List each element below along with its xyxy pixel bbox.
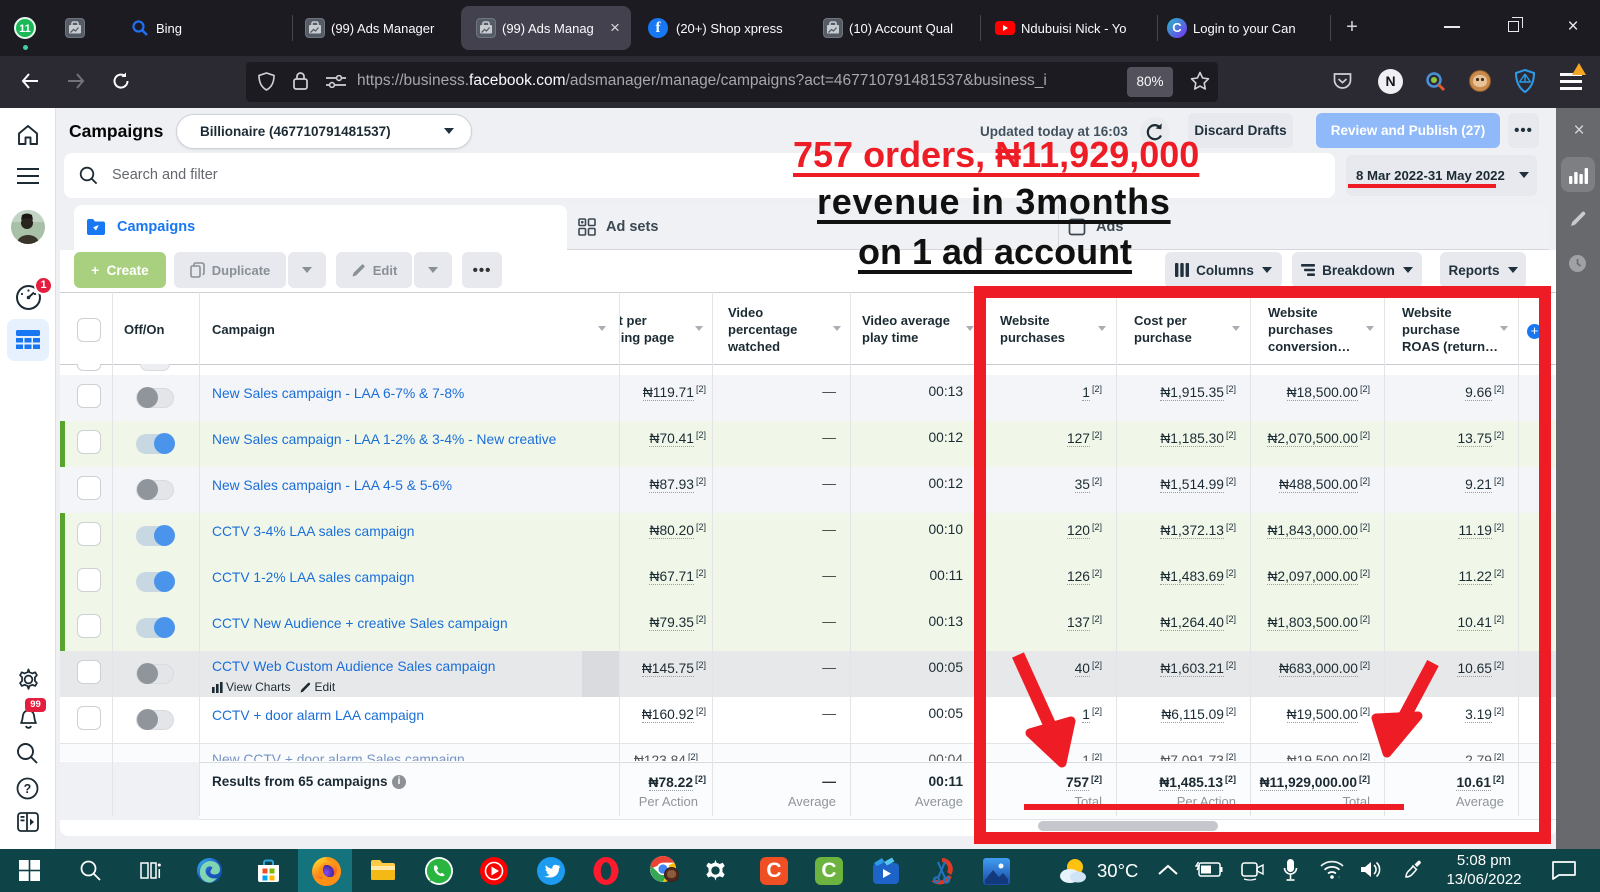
svg-text:.: . [1338,871,1340,879]
svg-text:?: ? [24,782,32,796]
